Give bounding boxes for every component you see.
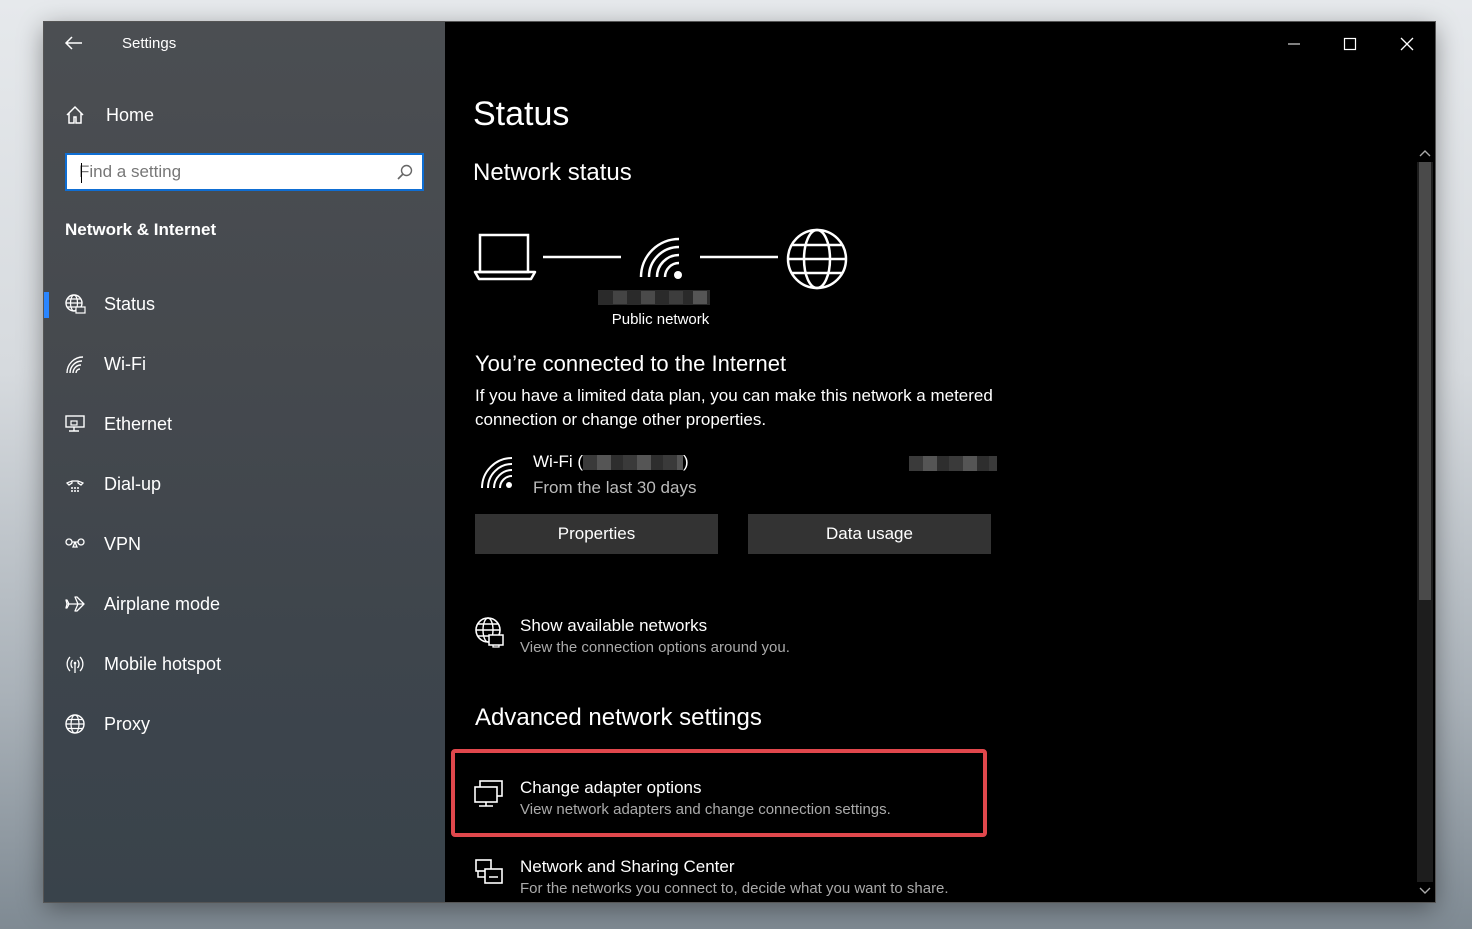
wifi-name-suffix: ) bbox=[683, 452, 689, 471]
settings-window: Settings Home Network & Internet Status bbox=[44, 22, 1435, 902]
sidebar-item-label: VPN bbox=[104, 533, 142, 554]
wifi-usage-period: From the last 30 days bbox=[533, 478, 697, 497]
sidebar-item-label: Dial-up bbox=[104, 473, 162, 494]
minimize-icon bbox=[1287, 43, 1300, 45]
scrollbar[interactable] bbox=[1415, 142, 1435, 902]
sidebar-item-label: Mobile hotspot bbox=[104, 653, 222, 674]
title-bar: Settings bbox=[44, 22, 445, 66]
app-title: Settings bbox=[122, 35, 177, 52]
airplane-icon bbox=[64, 593, 86, 615]
advanced-heading: Advanced network settings bbox=[475, 704, 762, 731]
data-usage-button[interactable]: Data usage bbox=[748, 514, 991, 554]
sidebar-item-label: Status bbox=[104, 293, 156, 314]
maximize-button[interactable] bbox=[1321, 22, 1378, 66]
nav-list: Status Wi-Fi Ethernet Dial-up VPN Airpla… bbox=[44, 274, 445, 754]
sharing-title: Network and Sharing Center bbox=[520, 857, 735, 876]
text-caret bbox=[81, 163, 82, 183]
home-icon bbox=[64, 104, 86, 126]
network-adapter-icon bbox=[473, 778, 505, 818]
vpn-icon bbox=[64, 533, 86, 555]
show-networks-desc: View the connection options around you. bbox=[520, 639, 790, 656]
wifi-icon bbox=[64, 353, 86, 375]
search-box[interactable] bbox=[65, 153, 424, 191]
properties-button[interactable]: Properties bbox=[475, 514, 718, 554]
connected-description: If you have a limited data plan, you can… bbox=[475, 386, 993, 429]
sharing-center-link[interactable]: Network and Sharing Center For the netwo… bbox=[473, 857, 949, 897]
sidebar: Settings Home Network & Internet Status bbox=[44, 22, 445, 902]
internet-globe-icon bbox=[786, 228, 848, 290]
sidebar-item-airplane[interactable]: Airplane mode bbox=[44, 574, 445, 634]
sidebar-item-status[interactable]: Status bbox=[44, 274, 445, 334]
wifi-name: Wi-Fi () bbox=[533, 452, 689, 472]
chevron-up-icon bbox=[1419, 150, 1431, 157]
sidebar-item-label: Wi-Fi bbox=[104, 353, 146, 374]
wifi-connection-icon bbox=[480, 456, 514, 495]
redacted-usage bbox=[909, 456, 997, 471]
show-networks-title: Show available networks bbox=[520, 616, 708, 635]
wifi-signal-icon bbox=[639, 237, 682, 279]
home-label: Home bbox=[106, 104, 155, 125]
sidebar-item-hotspot[interactable]: Mobile hotspot bbox=[44, 634, 445, 694]
sharing-center-icon bbox=[473, 857, 505, 897]
sidebar-item-label: Ethernet bbox=[104, 413, 173, 434]
sidebar-item-dialup[interactable]: Dial-up bbox=[44, 454, 445, 514]
back-button[interactable] bbox=[62, 32, 88, 54]
laptop-icon bbox=[473, 233, 537, 281]
dialup-icon bbox=[64, 473, 86, 495]
adapter-title: Change adapter options bbox=[520, 778, 702, 797]
change-adapter-options-link[interactable]: Change adapter options View network adap… bbox=[473, 778, 891, 818]
sidebar-item-proxy[interactable]: Proxy bbox=[44, 694, 445, 754]
chevron-down-icon bbox=[1419, 887, 1431, 894]
show-networks-link[interactable]: Show available networks View the connect… bbox=[473, 616, 790, 656]
ethernet-icon bbox=[64, 413, 86, 435]
close-icon bbox=[1400, 37, 1413, 51]
scroll-up-button[interactable] bbox=[1415, 144, 1435, 162]
redacted-network-name bbox=[598, 290, 710, 305]
back-arrow-icon bbox=[64, 36, 82, 50]
sidebar-item-label: Airplane mode bbox=[104, 593, 221, 614]
network-type-label: Public network bbox=[611, 311, 710, 328]
scroll-down-button[interactable] bbox=[1415, 882, 1435, 900]
search-input[interactable] bbox=[67, 155, 388, 189]
redacted-ssid bbox=[583, 455, 684, 471]
main-content: Status Network status Public network You… bbox=[445, 22, 1435, 902]
adapter-desc: View network adapters and change connect… bbox=[520, 801, 891, 818]
sidebar-item-wifi[interactable]: Wi-Fi bbox=[44, 334, 445, 394]
minimize-button[interactable] bbox=[1265, 22, 1322, 66]
scroll-thumb[interactable] bbox=[1419, 162, 1431, 600]
wifi-connection-row: Wi-Fi () From the last 30 days bbox=[480, 450, 1000, 500]
sidebar-item-vpn[interactable]: VPN bbox=[44, 514, 445, 574]
page-title: Status bbox=[473, 95, 570, 133]
connected-heading: You’re connected to the Internet bbox=[475, 351, 787, 376]
close-button[interactable] bbox=[1378, 22, 1435, 66]
sidebar-item-ethernet[interactable]: Ethernet bbox=[44, 394, 445, 454]
sharing-desc: For the networks you connect to, decide … bbox=[520, 880, 949, 897]
section-title: Network & Internet bbox=[65, 220, 217, 239]
wifi-name-prefix: Wi-Fi ( bbox=[533, 452, 584, 471]
search-icon[interactable] bbox=[388, 163, 422, 181]
globe-network-icon bbox=[64, 293, 86, 315]
globe-icon bbox=[64, 713, 86, 735]
maximize-icon bbox=[1343, 37, 1356, 51]
network-diagram: Public network bbox=[473, 227, 853, 337]
sidebar-item-label: Proxy bbox=[104, 713, 151, 734]
globe-network-icon bbox=[473, 616, 505, 656]
hotspot-icon bbox=[64, 653, 86, 675]
network-status-heading: Network status bbox=[473, 159, 632, 186]
nav-home[interactable]: Home bbox=[64, 100, 424, 130]
